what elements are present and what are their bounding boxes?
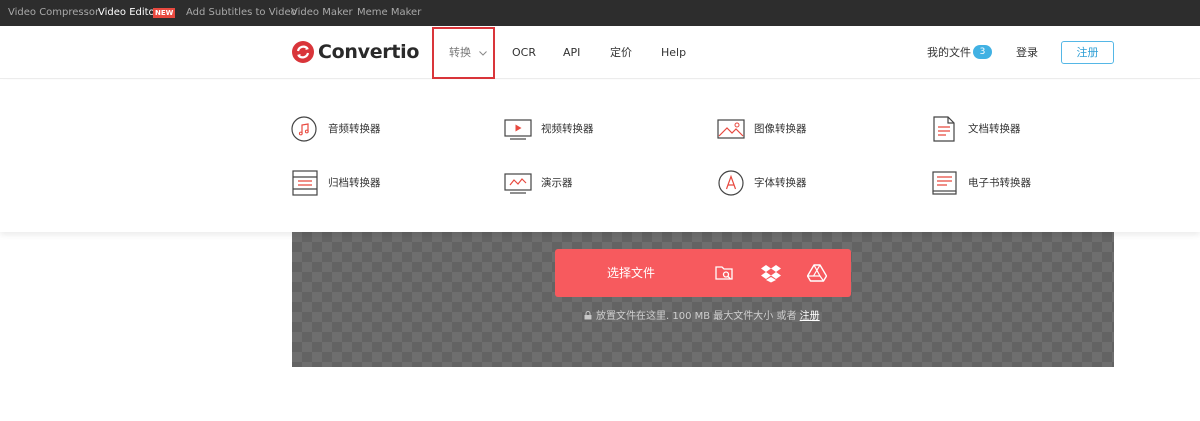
site-header: Convertio 转换 OCR API 定价 Help 我的文件 3 登录 注… xyxy=(0,26,1200,79)
folder-search-icon[interactable] xyxy=(714,263,734,283)
product-link-add-subtitles[interactable]: Add Subtitles to Video xyxy=(186,0,297,26)
drop-hint-signup-link[interactable]: 注册 xyxy=(800,311,820,322)
my-files-count-badge: 3 xyxy=(973,45,992,59)
product-link-video-editor[interactable]: Video Editor xyxy=(98,0,159,26)
image-icon xyxy=(717,119,745,139)
menu-item-label: 视频转换器 xyxy=(541,123,594,135)
convert-dropdown-menu: 音频转换器 视频转换器 图像转换器 文档转换器 归档转换器 演示器 字体转换器 … xyxy=(0,80,1200,232)
convertio-logo-icon[interactable] xyxy=(292,41,314,63)
my-files-link[interactable]: 我的文件 xyxy=(927,26,971,79)
choose-files-button[interactable]: 选择文件 xyxy=(555,249,851,297)
menu-item-label: 电子书转换器 xyxy=(968,177,1031,189)
menu-item-label: 演示器 xyxy=(541,177,573,189)
nav-ocr[interactable]: OCR xyxy=(512,26,536,79)
nav-convert-label: 转换 xyxy=(449,46,471,59)
logo-text[interactable]: Convertio xyxy=(318,38,419,66)
signup-button[interactable]: 注册 xyxy=(1061,41,1114,64)
nav-api[interactable]: API xyxy=(563,26,580,79)
font-icon xyxy=(718,170,744,196)
product-link-video-maker[interactable]: Video Maker xyxy=(291,0,353,26)
nav-convert-dropdown[interactable]: 转换 xyxy=(432,27,495,79)
dropbox-icon[interactable] xyxy=(761,263,781,283)
menu-item-label: 字体转换器 xyxy=(754,177,807,189)
drop-hint: 放置文件在这里. 100 MB 最大文件大小 或者 注册 xyxy=(584,309,820,325)
document-icon xyxy=(933,116,955,142)
menu-item-label: 音频转换器 xyxy=(328,123,381,135)
product-link-video-compressor[interactable]: Video Compressor xyxy=(8,0,99,26)
menu-item-label: 文档转换器 xyxy=(968,123,1021,135)
product-link-meme-maker[interactable]: Meme Maker xyxy=(357,0,421,26)
ebook-icon xyxy=(932,171,957,195)
menu-item-label: 图像转换器 xyxy=(754,123,807,135)
nav-pricing[interactable]: 定价 xyxy=(610,26,632,79)
google-drive-icon[interactable] xyxy=(807,263,827,283)
presentation-icon xyxy=(504,173,532,194)
new-badge: NEW xyxy=(153,8,176,18)
lock-icon xyxy=(584,311,592,320)
menu-item-label: 归档转换器 xyxy=(328,177,381,189)
nav-help[interactable]: Help xyxy=(661,26,686,79)
video-icon xyxy=(504,119,532,140)
archive-icon xyxy=(292,170,318,196)
chevron-down-icon xyxy=(479,51,487,56)
music-icon xyxy=(291,116,317,142)
drop-hint-text: 放置文件在这里. 100 MB 最大文件大小 或者 xyxy=(596,311,797,322)
login-link[interactable]: 登录 xyxy=(1016,26,1038,79)
choose-files-label: 选择文件 xyxy=(607,266,656,280)
product-bar: Video Compressor Video Editor NEW Add Su… xyxy=(0,0,1200,26)
